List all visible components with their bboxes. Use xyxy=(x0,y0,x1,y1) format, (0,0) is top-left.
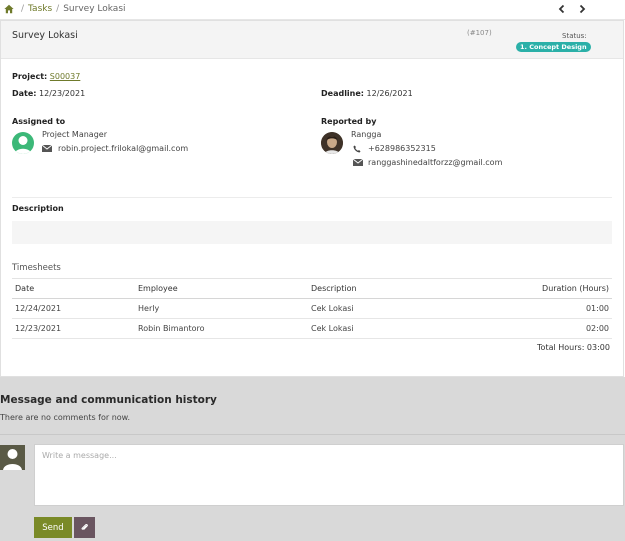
task-header: Survey Lokasi (#107) Status: 1. Concept … xyxy=(1,21,623,59)
status-badge: 1. Concept Design xyxy=(516,42,591,52)
breadcrumb-bar: / Tasks / Survey Lokasi xyxy=(0,0,625,20)
date-label: Date: xyxy=(12,89,37,98)
column-header: Date xyxy=(12,278,135,299)
reporter-avatar xyxy=(321,132,343,154)
task-id: (#107) xyxy=(467,29,492,37)
project-field: Project: S00037 xyxy=(12,72,80,81)
table-cell: Robin Bimantoro xyxy=(135,318,308,339)
assignee-name: Project Manager xyxy=(42,130,107,139)
column-header: Duration (Hours) xyxy=(433,278,612,299)
paperclip-icon xyxy=(81,523,88,530)
assigned-to-label: Assigned to xyxy=(12,117,66,126)
table-cell: 12/23/2021 xyxy=(12,318,135,339)
reported-by-label: Reported by xyxy=(321,117,377,126)
reporter-email[interactable]: ranggashinedaltforzz@gmail.com xyxy=(368,158,502,167)
chevron-right-icon[interactable] xyxy=(577,4,587,14)
section-divider xyxy=(12,197,612,198)
table-cell: 02:00 xyxy=(433,318,612,339)
reporter-phone[interactable]: +628986352315 xyxy=(368,144,436,153)
table-cell: 12/24/2021 xyxy=(12,298,135,319)
total-hours: Total Hours: 03:00 xyxy=(537,343,610,352)
assignee-email[interactable]: robin.project.frilokal@gmail.com xyxy=(58,144,188,153)
deadline-value: 12/26/2021 xyxy=(366,89,413,98)
table-row: 12/23/2021 Robin Bimantoro Cek Lokasi 02… xyxy=(12,318,612,339)
breadcrumb-tasks-link[interactable]: Tasks xyxy=(28,4,52,14)
timesheets-table: Date Employee Description Duration (Hour… xyxy=(12,278,612,339)
breadcrumb-separator: / xyxy=(21,4,25,14)
table-header-row: Date Employee Description Duration (Hour… xyxy=(12,278,612,299)
phone-icon xyxy=(353,145,361,153)
breadcrumb-current: Survey Lokasi xyxy=(63,4,126,14)
date-value: 12/23/2021 xyxy=(39,89,86,98)
table-row: 12/24/2021 Herly Cek Lokasi 01:00 xyxy=(12,298,612,319)
comments-divider xyxy=(0,434,625,435)
reporter-name: Rangga xyxy=(351,130,382,139)
assignee-avatar xyxy=(12,132,34,154)
breadcrumb-separator: / xyxy=(56,4,60,14)
deadline-label: Deadline: xyxy=(321,89,364,98)
table-cell: Cek Lokasi xyxy=(308,318,434,339)
table-cell: Cek Lokasi xyxy=(308,298,434,319)
user-avatar-icon xyxy=(0,445,25,470)
project-link[interactable]: S00037 xyxy=(50,72,81,81)
description-box xyxy=(12,221,612,244)
comments-title: Message and communication history xyxy=(0,394,217,406)
date-field: Date: 12/23/2021 xyxy=(12,89,85,98)
no-comments-text: There are no comments for now. xyxy=(0,413,131,422)
table-cell: Herly xyxy=(135,298,308,319)
column-header: Employee xyxy=(135,278,308,299)
timesheets-label: Timesheets xyxy=(12,263,61,273)
home-icon[interactable] xyxy=(4,4,14,14)
status-label: Status: xyxy=(562,32,587,40)
column-header: Description xyxy=(308,278,434,299)
deadline-field: Deadline: 12/26/2021 xyxy=(321,89,413,98)
attach-button[interactable] xyxy=(74,517,95,538)
description-label: Description xyxy=(12,204,64,213)
task-card: Survey Lokasi (#107) Status: 1. Concept … xyxy=(0,20,624,377)
comments-section: Message and communication history There … xyxy=(0,377,625,541)
envelope-icon xyxy=(353,159,363,166)
breadcrumb: / Tasks / Survey Lokasi xyxy=(17,4,126,14)
project-label: Project: xyxy=(12,72,48,81)
table-cell: 01:00 xyxy=(433,298,612,319)
task-title: Survey Lokasi xyxy=(12,30,78,41)
envelope-icon xyxy=(42,145,52,152)
chevron-left-icon[interactable] xyxy=(557,4,567,14)
send-button[interactable]: Send xyxy=(34,517,72,538)
message-input[interactable] xyxy=(34,444,624,506)
